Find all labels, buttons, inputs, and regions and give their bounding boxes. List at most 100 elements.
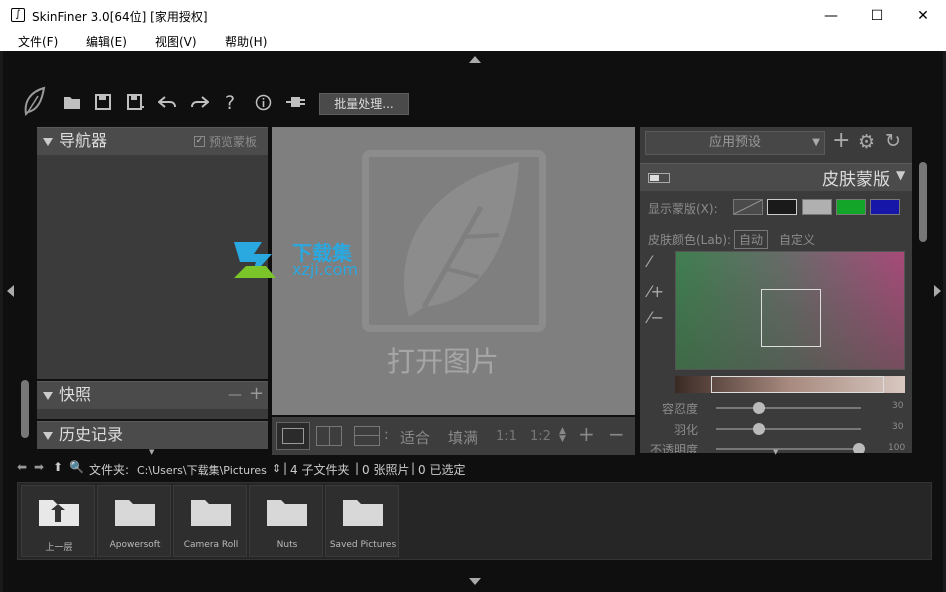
mask-swatch-transparent[interactable] (733, 199, 763, 215)
scroll-down-arrow-icon[interactable]: ▼ (773, 448, 778, 456)
right-scrollbar[interactable] (919, 162, 927, 242)
tolerance-slider[interactable] (716, 407, 861, 409)
preset-label: 应用预设 (708, 135, 761, 150)
undo-icon[interactable] (157, 94, 176, 114)
feather-knob[interactable] (753, 423, 765, 435)
split-vertical-button[interactable] (316, 426, 342, 446)
snapshot-remove-button[interactable]: — (228, 382, 242, 408)
open-image-label[interactable]: 打开图片 (387, 340, 499, 380)
navigator-header[interactable]: 导航器 ✓ 预览蒙板 (37, 127, 268, 155)
save-as-icon[interactable] (127, 94, 145, 115)
zoom-stepper-icon[interactable]: ▲ ▼ (559, 427, 566, 444)
menu-help[interactable]: 帮助(H) (225, 33, 267, 50)
open-image-leaf-icon[interactable] (362, 150, 546, 332)
collapse-left-arrow-icon[interactable] (7, 285, 14, 297)
add-preset-button[interactable]: + (832, 128, 850, 153)
folder-icon (191, 500, 231, 526)
folder-item[interactable]: Apowersoft (97, 485, 171, 557)
dropdown-arrow-icon: ▼ (812, 137, 820, 148)
open-folder-icon[interactable] (63, 94, 81, 115)
window-title: SkinFiner 3.0[64位] [家用授权] (32, 10, 208, 24)
zoom-separator: : (384, 427, 389, 443)
minimize-button[interactable]: — (808, 0, 854, 31)
menu-file[interactable]: 文件(F) (18, 33, 58, 50)
menu-view[interactable]: 视图(V) (155, 33, 197, 50)
preset-settings-gear-icon[interactable]: ⚙ (858, 131, 875, 153)
mask-swatch-black[interactable] (767, 199, 797, 215)
eyedropper-remove-icon[interactable]: ⁄− (648, 308, 664, 327)
collapse-bottom-arrow-icon[interactable] (469, 578, 481, 585)
app-logo-icon: ∫ (11, 8, 25, 22)
color-selection-box[interactable] (761, 289, 821, 347)
lightness-range[interactable] (711, 376, 884, 393)
feather-label: 羽化 (674, 423, 699, 437)
folder-label: 文件夹: (89, 463, 130, 477)
path-select-stepper-icon[interactable]: ⇕ (272, 462, 281, 475)
mask-swatch-green[interactable] (836, 199, 866, 215)
tolerance-knob[interactable] (753, 402, 765, 414)
forward-arrow-icon[interactable]: ➡ (34, 460, 44, 474)
preview-mask-label: 预览蒙板 (209, 135, 258, 149)
batch-process-button[interactable]: 批量处理... (319, 93, 409, 115)
zoom-fit-button[interactable]: 适合 (400, 427, 430, 448)
redo-icon[interactable] (191, 94, 210, 114)
mask-swatch-blue[interactable] (870, 199, 900, 215)
single-view-button[interactable] (276, 422, 310, 450)
preview-mask-checkbox[interactable]: ✓ (194, 136, 205, 147)
zoom-1-2-select[interactable]: 1:2 (530, 429, 551, 444)
scroll-down-arrow-icon[interactable]: ▼ (149, 448, 154, 456)
folder-item[interactable]: 上一层 (21, 485, 95, 557)
search-icon[interactable]: 🔍 (69, 460, 84, 474)
folder-label: Apowersoft (109, 540, 161, 550)
back-arrow-icon[interactable]: ⬅ (17, 460, 27, 474)
path-separator: | (283, 461, 288, 475)
zoom-out-button[interactable]: − (608, 422, 625, 446)
opacity-knob[interactable] (853, 443, 865, 453)
snapshot-add-button[interactable]: + (249, 381, 264, 407)
skin-mask-header[interactable]: 皮肤蒙版 ▼ (640, 163, 912, 191)
history-header[interactable]: 历史记录 (37, 421, 268, 449)
help-icon[interactable]: ? (225, 93, 235, 113)
menu-edit[interactable]: 编辑(E) (86, 33, 127, 50)
lightness-bar[interactable] (675, 376, 905, 393)
eyedropper-add-icon[interactable]: ⁄+ (648, 282, 664, 301)
feather-slider[interactable] (716, 428, 861, 430)
plugin-icon[interactable] (285, 94, 307, 114)
title-bar: ∫ SkinFiner 3.0[64位] [家用授权] — ☐ ✕ (0, 0, 946, 31)
up-arrow-icon[interactable]: ⬆ (53, 460, 63, 474)
preset-dropdown[interactable]: 应用预设 ▼ (645, 131, 825, 155)
maximize-button[interactable]: ☐ (854, 0, 900, 31)
tolerance-value: 30 (892, 401, 904, 411)
snapshot-header[interactable]: 快照 — + (37, 381, 268, 409)
path-select[interactable]: C:\Users\下载集\Pictures (137, 462, 267, 478)
collapse-top-arrow-icon[interactable] (469, 56, 481, 63)
folder-up-icon (39, 500, 79, 526)
selected-count: 0 已选定 (418, 463, 466, 477)
zoom-fill-button[interactable]: 填满 (448, 427, 478, 448)
folder-item[interactable]: Camera Roll (173, 485, 247, 557)
folder-item[interactable]: Saved Pictures (325, 485, 399, 557)
opacity-slider[interactable] (716, 448, 861, 450)
toggle-switch-icon[interactable] (648, 173, 670, 183)
watermark-url: xzji.com (292, 260, 359, 279)
custom-label[interactable]: 自定义 (779, 231, 815, 248)
mask-swatch-gray[interactable] (802, 199, 832, 215)
reset-preset-icon[interactable]: ↻ (885, 130, 901, 152)
logo-leaf-icon (22, 86, 46, 117)
zoom-1-1-button[interactable]: 1:1 (496, 429, 517, 444)
snapshot-title: 快照 (59, 385, 92, 404)
eyedropper-icon[interactable]: ⁄ (648, 252, 651, 271)
skin-mask-collapse-icon[interactable]: ▼ (896, 168, 905, 182)
auto-button[interactable]: 自动 (734, 230, 769, 249)
folder-item[interactable]: Nuts (249, 485, 323, 557)
split-horizontal-button[interactable] (354, 426, 380, 446)
folder-label: Nuts (276, 540, 298, 550)
navigator-title: 导航器 (59, 131, 108, 150)
info-icon[interactable] (255, 94, 272, 116)
left-scrollbar[interactable] (21, 380, 29, 438)
close-button[interactable]: ✕ (900, 0, 946, 31)
save-icon[interactable] (95, 94, 111, 115)
skin-color-picker[interactable] (675, 251, 905, 370)
zoom-in-button[interactable]: + (578, 422, 595, 446)
collapse-right-arrow-icon[interactable] (934, 285, 941, 297)
